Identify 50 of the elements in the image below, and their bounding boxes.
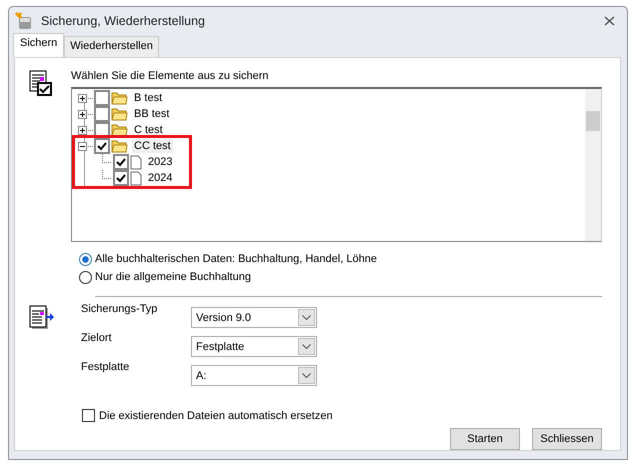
- tab[interactable]: Wiederherstellen: [64, 36, 159, 57]
- checkbox[interactable]: [94, 122, 110, 138]
- tree-item[interactable]: C test: [132, 123, 165, 137]
- tab[interactable]: Sichern: [13, 33, 64, 57]
- field-label: Sicherungs-Typ: [81, 303, 158, 315]
- chevron-down-icon: [298, 367, 315, 384]
- tree-item[interactable]: 2024: [146, 171, 174, 185]
- checklist-icon: [29, 70, 53, 96]
- checkbox[interactable]: [113, 154, 129, 170]
- file-icon: [130, 170, 142, 186]
- app-icon: [15, 12, 33, 30]
- folder-icon: [111, 91, 128, 105]
- file-icon: [130, 154, 142, 170]
- collapse-icon[interactable]: [78, 142, 87, 150]
- dialog-button[interactable]: Schliessen: [532, 428, 602, 450]
- scrollbar[interactable]: [585, 89, 601, 241]
- dropdown[interactable]: A:: [191, 365, 317, 386]
- checkbox-label: Die existierenden Dateien automatisch ersetzen: [99, 410, 333, 422]
- checkbox[interactable]: [94, 138, 110, 154]
- tree-item[interactable]: CC test: [132, 139, 173, 153]
- connector-line: [102, 170, 111, 178]
- radio-label: Nur die allgemeine Buchhaltung: [95, 271, 251, 283]
- checkbox[interactable]: [94, 90, 110, 106]
- expand-icon[interactable]: [78, 94, 87, 102]
- close-icon[interactable]: [604, 16, 615, 26]
- checkbox[interactable]: [82, 409, 95, 422]
- tree-item[interactable]: 2023: [146, 155, 174, 169]
- expand-icon[interactable]: [78, 126, 87, 134]
- radio-label: Alle buchhalterischen Daten: Buchhaltung, Handel, Löhne: [95, 253, 377, 265]
- tree-item[interactable]: B test: [132, 91, 164, 105]
- field-label: Zielort: [81, 332, 113, 344]
- dropdown[interactable]: Festplatte: [191, 336, 317, 357]
- chevron-down-icon: [298, 309, 315, 326]
- folder-icon: [111, 123, 128, 137]
- dropdown[interactable]: Version 9.0: [191, 307, 317, 328]
- window-title: Sicherung, Wiederherstellung: [41, 14, 206, 28]
- connector-line: [102, 154, 111, 162]
- chevron-down-icon: [298, 338, 315, 355]
- radio-button[interactable]: [79, 252, 92, 266]
- dialog-button[interactable]: Starten: [450, 428, 520, 450]
- folder-icon: [111, 139, 128, 153]
- tree-heading: Wählen Sie die Elemente aus zu sichern: [71, 70, 270, 82]
- checkbox[interactable]: [94, 106, 110, 122]
- document-arrow-icon: [29, 305, 55, 331]
- tree-item[interactable]: BB test: [132, 107, 172, 121]
- checkbox[interactable]: [113, 170, 129, 186]
- folder-icon: [111, 107, 128, 121]
- field-label: Festplatte: [81, 361, 130, 373]
- expand-icon[interactable]: [78, 110, 87, 118]
- radio-button[interactable]: [79, 270, 92, 284]
